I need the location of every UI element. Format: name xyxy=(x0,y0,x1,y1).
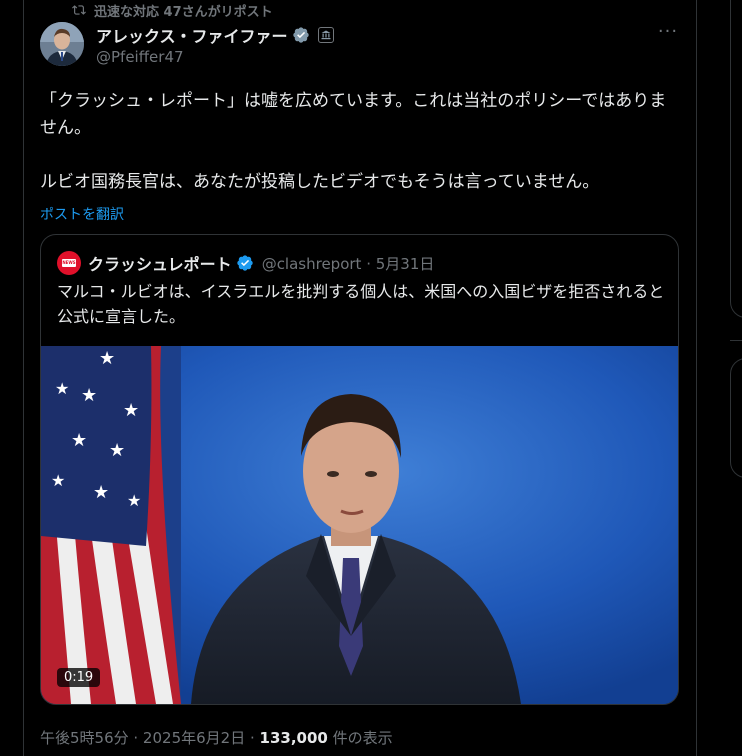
tweet-meta: 午後5時56分 · 2025年6月2日 · 133,000 件の表示 xyxy=(40,727,393,748)
video-player[interactable]: ★ ★ ★ ★ ★ ★ ★ ★ ★ 0:19 xyxy=(41,346,678,704)
views-count: 133,000 xyxy=(259,729,328,747)
views-label: 件の表示 xyxy=(327,729,393,747)
more-options-button[interactable]: ··· xyxy=(656,23,680,44)
sidebar-card xyxy=(730,0,742,318)
timeline-left-border xyxy=(23,0,24,756)
svg-text:★: ★ xyxy=(81,385,97,406)
sidebar-card xyxy=(730,358,742,478)
tweet-timestamp[interactable]: 午後5時56分 · 2025年6月2日 · xyxy=(40,729,260,747)
tweet-body: 「クラッシュ・レポート」は嘘を広めています。これは当社のポリシーではありません。… xyxy=(40,88,680,196)
tweet-paragraph: ルビオ国務長官は、あなたが投稿したビデオでもそうは言っていません。 xyxy=(40,172,600,192)
video-duration: 0:19 xyxy=(57,668,101,687)
timeline-right-border xyxy=(696,0,697,756)
svg-text:★: ★ xyxy=(51,471,65,490)
quoted-tweet[interactable]: NEWS クラッシュレポート @clashreport · 5月31日 マルコ・… xyxy=(40,234,679,705)
quote-avatar: NEWS xyxy=(57,251,81,275)
quote-author-name: クラッシュレポート xyxy=(88,255,232,274)
svg-text:★: ★ xyxy=(93,482,109,503)
translate-post-link[interactable]: ポストを翻訳 xyxy=(40,204,124,224)
repost-indicator[interactable]: 迅速な対応 47さんがリポスト xyxy=(72,1,273,20)
author-handle[interactable]: @Pfeiffer47 xyxy=(96,48,184,66)
quote-handle-date: @clashreport · 5月31日 xyxy=(261,254,435,273)
svg-text:★: ★ xyxy=(127,491,141,510)
verified-badge-icon xyxy=(237,255,253,271)
author-name[interactable]: アレックス・ファイファー xyxy=(96,23,288,47)
sidebar-divider xyxy=(730,340,742,341)
repost-icon xyxy=(72,5,86,15)
repost-text: 迅速な対応 47さんがリポスト xyxy=(94,4,273,20)
video-thumbnail: ★ ★ ★ ★ ★ ★ ★ ★ ★ xyxy=(41,346,678,704)
svg-text:★: ★ xyxy=(99,348,115,369)
verified-badge-icon[interactable] xyxy=(292,26,310,44)
svg-text:★: ★ xyxy=(109,440,125,461)
svg-text:★: ★ xyxy=(123,400,139,421)
quote-text: マルコ・ルビオは、イスラエルを批判する個人は、米国への入国ビザを拒否されると公式… xyxy=(57,282,665,326)
avatar[interactable] xyxy=(40,22,84,66)
svg-text:★: ★ xyxy=(71,430,87,451)
svg-text:★: ★ xyxy=(55,379,69,398)
government-badge-icon[interactable] xyxy=(317,27,334,43)
tweet-paragraph: 「クラッシュ・レポート」は嘘を広めています。これは当社のポリシーではありません。 xyxy=(40,91,667,138)
